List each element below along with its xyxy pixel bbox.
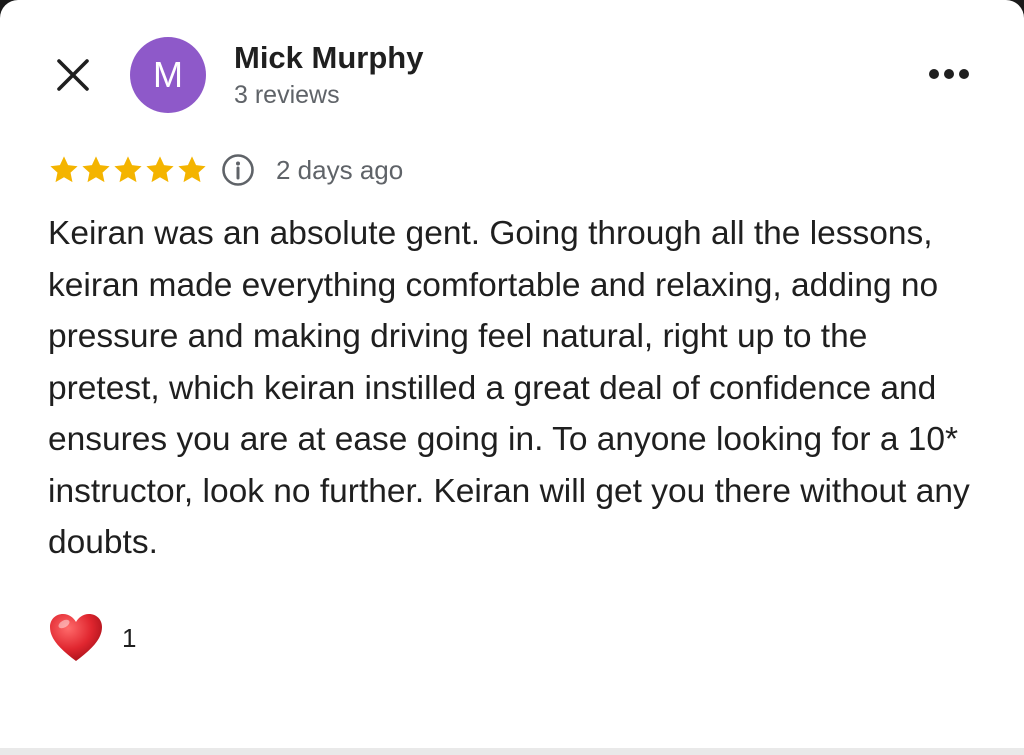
star-icon — [114, 156, 142, 183]
author-review-count[interactable]: 3 reviews — [234, 81, 340, 110]
review-card: M Mick Murphy 3 reviews 2 days ago Keira… — [0, 0, 1024, 755]
review-date: 2 days ago — [276, 154, 404, 185]
close-icon — [57, 59, 89, 91]
reaction-count: 1 — [122, 622, 137, 653]
heart-icon — [50, 614, 102, 661]
author-name[interactable]: Mick Murphy — [234, 40, 423, 76]
bottom-divider — [0, 748, 1024, 755]
rating-row: 2 days ago — [48, 150, 403, 190]
star-rating — [48, 154, 208, 186]
more-options-button[interactable] — [924, 52, 974, 96]
star-icon — [146, 156, 174, 183]
avatar[interactable]: M — [130, 37, 206, 113]
review-text: Keiran was an absolute gent. Going throu… — [48, 215, 970, 561]
info-button[interactable] — [220, 152, 256, 188]
star-icon — [82, 156, 110, 183]
info-icon — [222, 154, 254, 186]
reaction-button[interactable]: 1 — [48, 610, 136, 666]
star-icon — [178, 156, 206, 183]
avatar-initial: M — [153, 54, 183, 95]
star-icon — [50, 156, 78, 183]
more-horizontal-icon — [929, 69, 969, 79]
close-button[interactable] — [50, 52, 96, 98]
